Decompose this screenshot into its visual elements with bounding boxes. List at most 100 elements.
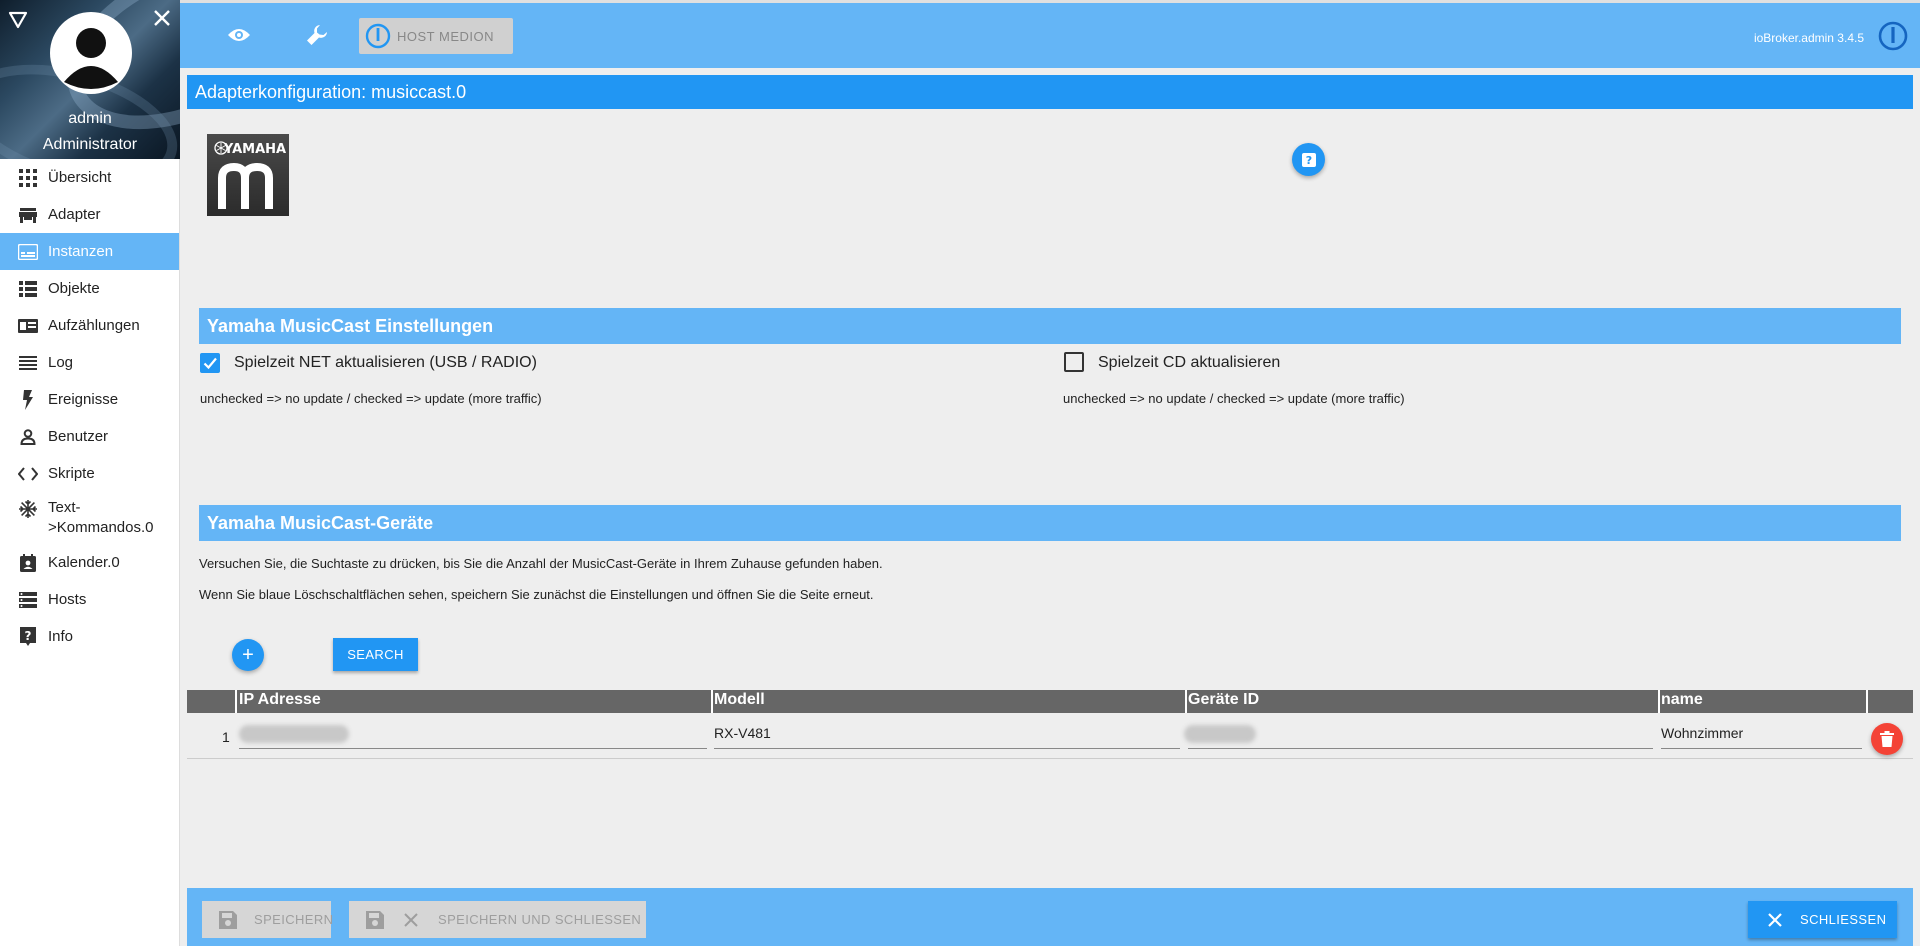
sidebar-item-hosts[interactable]: Hosts (0, 581, 179, 618)
host-button[interactable]: HOST MEDION (359, 18, 513, 54)
sidebar-item-log[interactable]: Log (0, 344, 179, 381)
column-separator (235, 690, 237, 713)
store-icon (18, 205, 38, 225)
avatar (50, 12, 132, 94)
redacted-value (239, 725, 349, 743)
iobroker-logo-icon (365, 23, 391, 49)
sidebar-item-label: Info (48, 627, 74, 645)
apps-grid-icon (18, 168, 38, 188)
sidebar-item-aufzaehlungen[interactable]: Aufzählungen (0, 307, 179, 344)
table-row: 1 RX-V481 Wohnzimmer (187, 715, 1913, 759)
eye-icon[interactable] (225, 21, 253, 49)
sidebar-item-label: Skripte (48, 464, 95, 482)
sidebar-item-label: Objekte (48, 279, 100, 297)
list-icon (18, 279, 38, 299)
ip-address-input[interactable] (239, 725, 707, 749)
svg-text:YAMAHA: YAMAHA (223, 142, 286, 157)
sidebar-item-benutzer[interactable]: Benutzer (0, 418, 179, 455)
hosts-icon (18, 590, 38, 610)
cd-update-label: Spielzeit CD aktualisieren (1098, 354, 1281, 371)
close-x-icon (1768, 912, 1782, 927)
sidebar-nav: Übersicht Adapter Instanzen Objekte Aufz… (0, 159, 179, 655)
sidebar-item-label: Benutzer (48, 427, 109, 445)
lightning-icon (18, 389, 38, 410)
save-icon (366, 910, 384, 929)
devices-table-header: IP Adresse Modell Geräte ID name (187, 690, 1913, 713)
net-update-label: Spielzeit NET aktualisieren (USB / RADIO… (234, 354, 537, 371)
svg-text:?: ? (1305, 154, 1311, 167)
device-id-input[interactable] (1184, 725, 1653, 749)
delete-device-button[interactable] (1871, 723, 1903, 755)
enum-card-icon (18, 316, 38, 336)
sidebar-item-ereignisse[interactable]: Ereignisse (0, 381, 179, 418)
user-role: Administrator (42, 136, 138, 153)
devices-info-text: Versuchen Sie, die Suchtaste zu drücken,… (199, 556, 883, 571)
sidebar-item-text-kommandos[interactable]: Text- >Kommandos.0 (0, 492, 179, 544)
save-and-close-label: SPEICHERN UND SCHLIESSEN (438, 912, 642, 927)
close-button[interactable]: SCHLIESSEN (1748, 901, 1897, 938)
menu-toggle-icon[interactable] (8, 10, 28, 30)
model-value: RX-V481 (714, 725, 771, 741)
search-button[interactable]: SEARCH (333, 638, 418, 671)
trash-icon (1880, 731, 1894, 747)
save-label: SPEICHERN (254, 912, 334, 927)
bottom-bar: SPEICHERN SPEICHERN UND SCHLIESSEN SCHLI… (187, 888, 1913, 946)
iobroker-logo-icon (1878, 21, 1908, 51)
device-name-input[interactable]: Wohnzimmer (1661, 725, 1862, 749)
sidebar-item-label: Kalender.0 (48, 553, 120, 571)
sidebar-item-info[interactable]: ? Info (0, 618, 179, 655)
sidebar-item-label: Instanzen (48, 242, 114, 260)
close-x-icon (404, 912, 418, 927)
row-index: 1 (222, 729, 230, 745)
column-separator (711, 690, 713, 713)
code-icon (18, 464, 38, 484)
add-device-button[interactable]: + (232, 639, 264, 671)
cd-update-checkbox[interactable] (1064, 352, 1084, 372)
person-icon (18, 427, 38, 447)
host-label: HOST MEDION (397, 28, 494, 44)
log-lines-icon (18, 353, 38, 373)
save-button[interactable]: SPEICHERN (202, 901, 334, 938)
instances-icon (18, 242, 38, 262)
main-content: Adapterkonfiguration: musiccast.0 YAMAHA… (187, 75, 1913, 759)
sidebar-item-instanzen[interactable]: Instanzen (0, 233, 179, 270)
column-separator (1866, 690, 1868, 713)
column-separator (1658, 690, 1660, 713)
sidebar-item-skripte[interactable]: Skripte (0, 455, 179, 492)
sidebar-item-label: Ereignisse (48, 390, 119, 408)
sidebar-item-label: Log (48, 353, 74, 371)
sidebar-item-label: Hosts (48, 590, 87, 608)
sidebar-item-label: Text- >Kommandos.0 (48, 499, 154, 536)
settings-section-header: Yamaha MusicCast Einstellungen (199, 308, 1901, 344)
top-bar: HOST MEDION ioBroker.admin 3.4.5 (180, 0, 1920, 68)
redacted-value (1184, 725, 1256, 743)
help-button[interactable]: ? (1292, 143, 1325, 176)
user-name: admin (68, 110, 112, 127)
devices-section-header: Yamaha MusicCast-Geräte (199, 505, 1901, 541)
snowflake-icon (18, 499, 38, 519)
sidebar-item-uebersicht[interactable]: Übersicht (0, 159, 179, 196)
page-title: Adapterkonfiguration: musiccast.0 (187, 75, 1913, 109)
column-header-name: name (1661, 691, 1703, 708)
sidebar-item-label: Übersicht (48, 168, 112, 186)
net-update-checkbox[interactable] (200, 353, 220, 373)
close-label: SCHLIESSEN (1800, 912, 1887, 927)
sidebar-header: admin Administrator (0, 0, 180, 159)
wrench-icon[interactable] (303, 21, 331, 49)
save-icon (219, 910, 237, 929)
version-label: ioBroker.admin 3.4.5 (1753, 31, 1864, 45)
sidebar-item-kalender[interactable]: Kalender.0 (0, 544, 179, 581)
sidebar-item-label: Aufzählungen (48, 316, 140, 334)
device-name-value: Wohnzimmer (1661, 725, 1744, 741)
sidebar-item-objekte[interactable]: Objekte (0, 270, 179, 307)
calendar-icon (18, 553, 38, 573)
close-icon[interactable] (152, 8, 172, 28)
cd-update-hint: unchecked => no update / checked => upda… (1063, 391, 1405, 406)
net-update-hint: unchecked => no update / checked => upda… (200, 391, 542, 406)
sidebar-item-adapter[interactable]: Adapter (0, 196, 179, 233)
save-and-close-button[interactable]: SPEICHERN UND SCHLIESSEN (349, 901, 646, 938)
column-separator (1185, 690, 1187, 713)
svg-text:?: ? (25, 629, 32, 643)
column-header-model: Modell (714, 691, 765, 708)
model-input[interactable]: RX-V481 (714, 725, 1180, 749)
